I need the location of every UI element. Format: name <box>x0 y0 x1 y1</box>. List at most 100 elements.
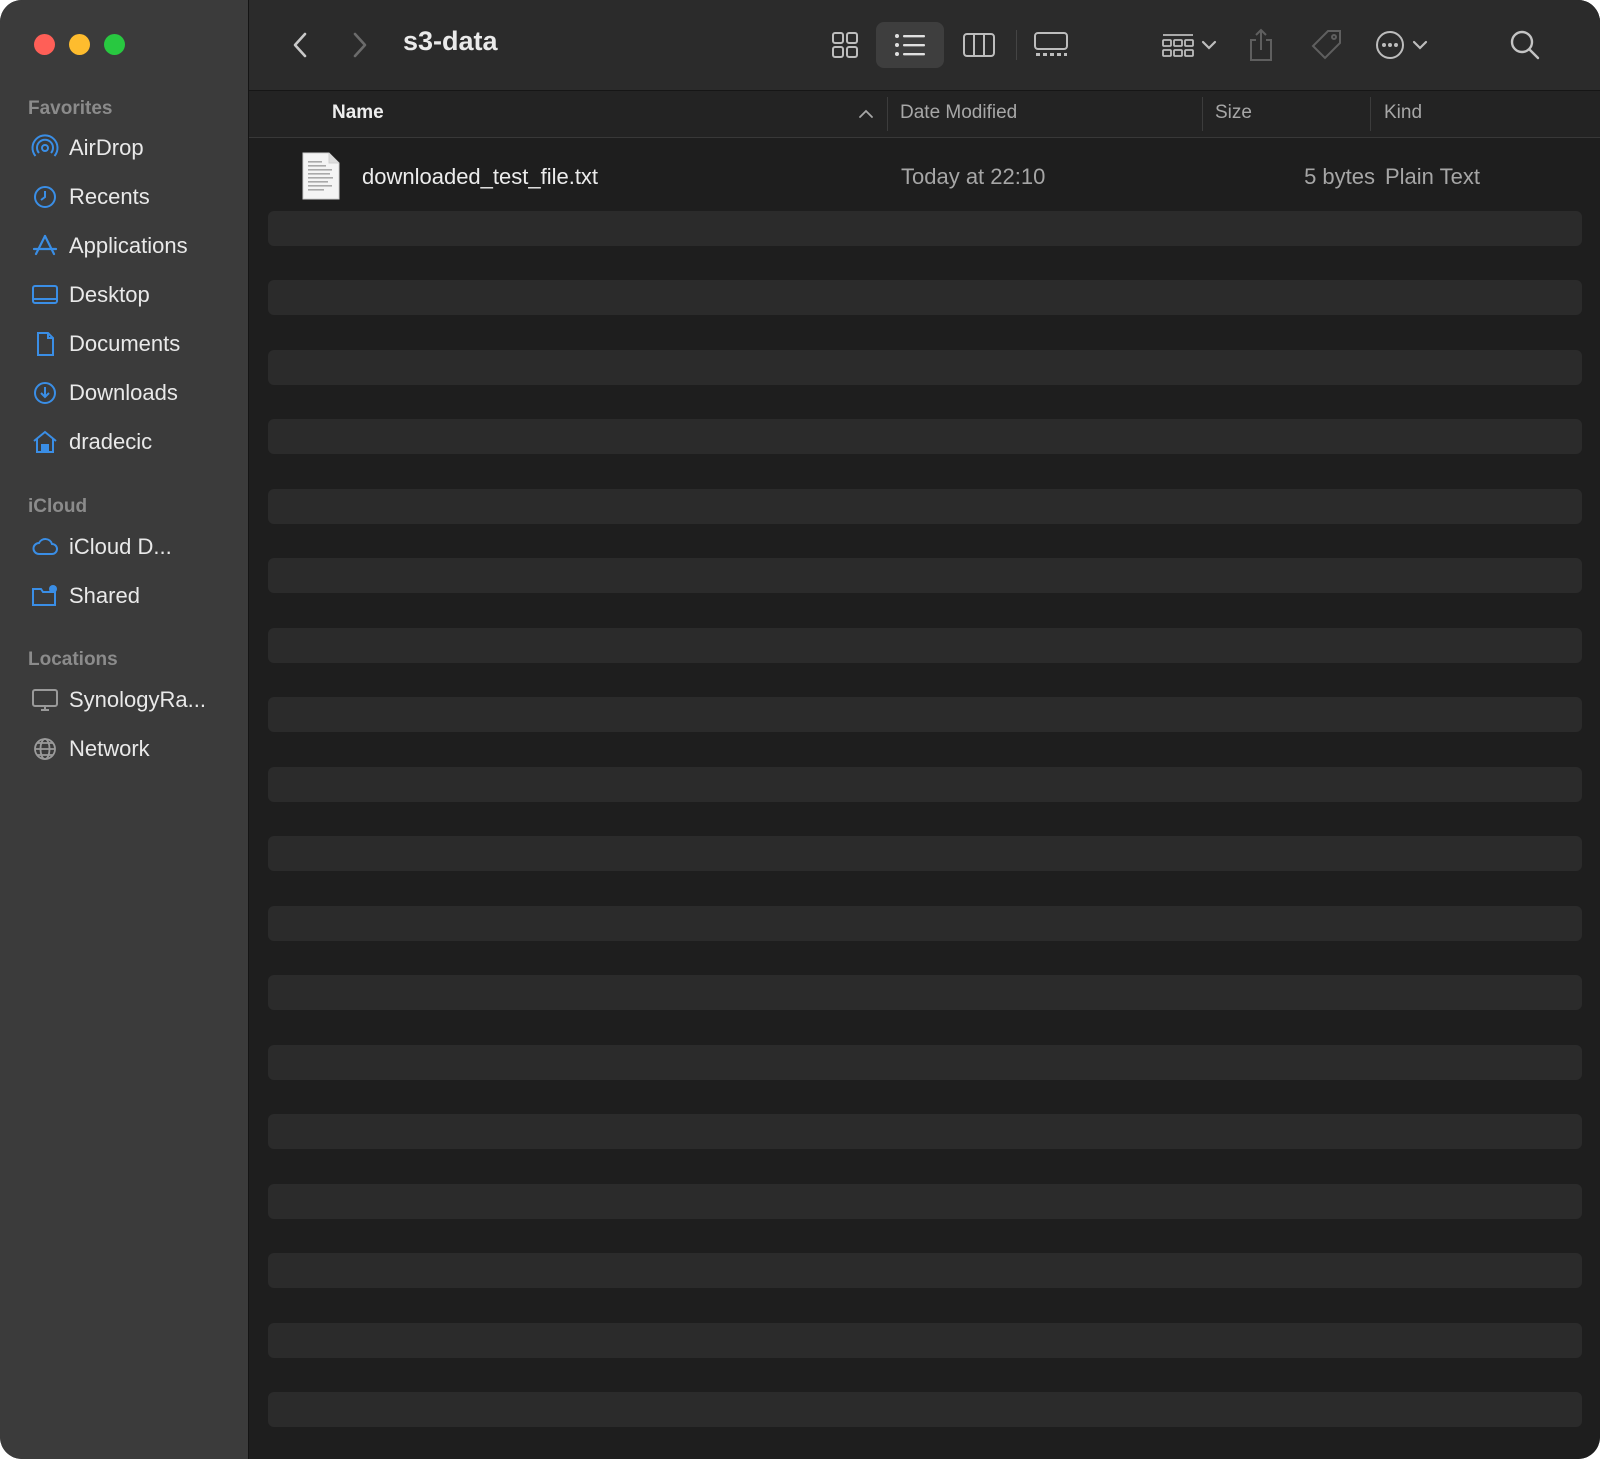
sidebar-item-label: SynologyRa... <box>69 687 206 712</box>
sidebar-item-recents[interactable]: Recents <box>0 175 249 219</box>
share-button[interactable] <box>1241 22 1281 68</box>
empty-row-stripe <box>268 975 1582 1010</box>
chevron-down-icon <box>1412 40 1428 50</box>
airdrop-icon <box>31 134 59 162</box>
empty-row-stripe <box>268 1392 1582 1427</box>
sidebar: Favorites AirDrop Recents Applications D… <box>0 0 249 1459</box>
empty-row-stripe <box>268 697 1582 732</box>
gallery-view-button[interactable] <box>1027 22 1075 68</box>
sort-ascending-icon <box>859 109 873 118</box>
sidebar-item-applications[interactable]: Applications <box>0 224 249 268</box>
sidebar-item-label: Network <box>69 736 150 761</box>
empty-row-stripe <box>268 628 1582 663</box>
forward-button[interactable] <box>345 22 375 68</box>
back-button[interactable] <box>285 22 315 68</box>
column-size[interactable]: Size <box>1215 102 1252 124</box>
zoom-button[interactable] <box>104 34 125 55</box>
empty-row-stripe <box>268 1045 1582 1080</box>
share-icon <box>1250 28 1272 61</box>
empty-row-stripe <box>268 906 1582 941</box>
chevron-down-icon <box>1201 40 1217 50</box>
text-file-icon <box>301 151 341 206</box>
gallery-icon <box>1034 32 1068 56</box>
shared-folder-icon <box>31 582 59 610</box>
empty-row-stripe <box>268 767 1582 802</box>
download-icon <box>31 379 59 407</box>
sidebar-item-shared[interactable]: Shared <box>0 574 249 618</box>
column-name[interactable]: Name <box>332 102 384 124</box>
grid-icon <box>832 32 858 58</box>
table-row[interactable]: downloaded_test_file.txt Today at 22:10 … <box>267 146 1582 208</box>
empty-row-stripe <box>268 836 1582 871</box>
columns-icon <box>963 33 995 57</box>
group-icon <box>1162 34 1194 57</box>
column-view-button[interactable] <box>955 22 1003 68</box>
empty-row-stripe <box>268 1323 1582 1358</box>
sidebar-item-label: Shared <box>69 583 140 608</box>
toolbar: s3-data <box>249 0 1600 91</box>
section-title-locations: Locations <box>28 649 118 670</box>
sidebar-item-network[interactable]: Network <box>0 727 249 771</box>
empty-row-stripe <box>268 1184 1582 1219</box>
sidebar-item-label: Downloads <box>69 380 178 405</box>
tag-icon <box>1311 30 1341 60</box>
file-date-modified: Today at 22:10 <box>901 164 1046 189</box>
column-date-modified[interactable]: Date Modified <box>900 102 1017 124</box>
sidebar-item-label: Documents <box>69 331 181 356</box>
sidebar-item-synology[interactable]: SynologyRa... <box>0 678 249 722</box>
desktop-icon <box>31 281 59 309</box>
column-kind[interactable]: Kind <box>1384 102 1422 124</box>
applications-icon <box>31 232 59 260</box>
window-controls <box>34 34 125 55</box>
cloud-icon <box>31 533 59 561</box>
sidebar-item-label: Recents <box>69 184 150 209</box>
finder-window: Favorites AirDrop Recents Applications D… <box>0 0 1600 1459</box>
sidebar-item-desktop[interactable]: Desktop <box>0 273 249 317</box>
sidebar-item-icloud-drive[interactable]: iCloud D... <box>0 525 249 569</box>
sidebar-item-home[interactable]: dradecic <box>0 420 249 464</box>
ellipsis-circle-icon <box>1376 31 1404 59</box>
globe-icon <box>31 735 59 763</box>
file-list: downloaded_test_file.txt Today at 22:10 … <box>249 138 1600 1459</box>
empty-row-stripe <box>268 280 1582 315</box>
column-header: Name Date Modified Size Kind <box>249 91 1600 138</box>
empty-row-stripe <box>268 211 1582 246</box>
empty-row-stripe <box>268 419 1582 454</box>
monitor-icon <box>31 686 59 714</box>
sidebar-item-downloads[interactable]: Downloads <box>0 371 249 415</box>
section-title-icloud: iCloud <box>28 496 88 517</box>
search-icon <box>1510 30 1540 60</box>
action-button[interactable] <box>1369 22 1433 68</box>
empty-row-stripe <box>268 1114 1582 1149</box>
empty-row-stripe <box>268 1253 1582 1288</box>
empty-row-stripe <box>268 489 1582 524</box>
empty-row-stripe <box>268 558 1582 593</box>
document-icon <box>31 330 59 358</box>
chevron-left-icon <box>293 32 307 58</box>
home-icon <box>31 428 59 456</box>
sidebar-item-label: Desktop <box>69 282 150 307</box>
sidebar-item-label: dradecic <box>69 429 153 454</box>
icon-view-button[interactable] <box>821 22 869 68</box>
window-title: s3-data <box>403 26 498 56</box>
sidebar-item-label: Applications <box>69 233 188 258</box>
sidebar-item-label: AirDrop <box>69 135 144 160</box>
empty-row-stripe <box>268 350 1582 385</box>
list-icon <box>895 34 925 56</box>
main-pane: s3-data Name Date Modified Size Kind dow… <box>249 0 1600 1459</box>
clock-icon <box>31 183 59 211</box>
section-title-favorites: Favorites <box>28 98 113 119</box>
list-view-button[interactable] <box>876 22 944 68</box>
file-kind: Plain Text <box>1385 164 1480 189</box>
close-button[interactable] <box>34 34 55 55</box>
sidebar-item-documents[interactable]: Documents <box>0 322 249 366</box>
minimize-button[interactable] <box>69 34 90 55</box>
chevron-right-icon <box>353 32 367 58</box>
tag-button[interactable] <box>1307 22 1347 68</box>
file-size: 5 bytes <box>1304 164 1375 189</box>
sidebar-item-airdrop[interactable]: AirDrop <box>0 126 249 170</box>
group-by-button[interactable] <box>1155 22 1223 68</box>
sidebar-item-label: iCloud D... <box>69 534 172 559</box>
search-button[interactable] <box>1505 22 1545 68</box>
file-name: downloaded_test_file.txt <box>362 164 599 189</box>
